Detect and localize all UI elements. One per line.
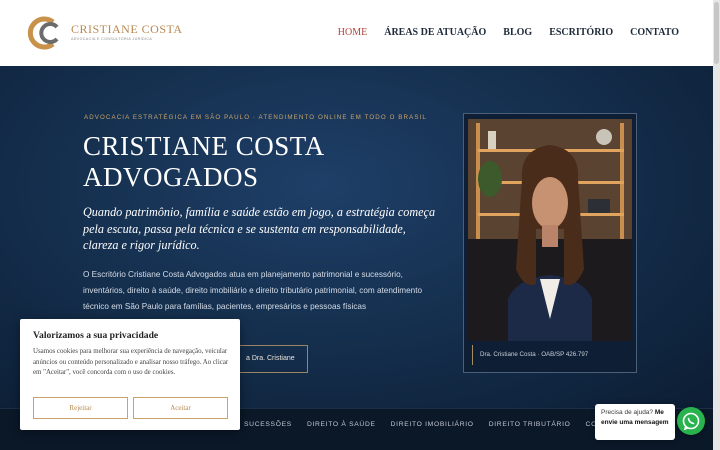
scrollbar[interactable]: [713, 0, 720, 450]
hero-title: CRISTIANE COSTA ADVOGADOS: [83, 131, 325, 193]
band-link-tributario[interactable]: DIREITO TRIBUTÁRIO: [489, 421, 571, 428]
main-nav: HOME ÁREAS DE ATUAÇÃO BLOG ESCRITÓRIO CO…: [338, 27, 679, 38]
cookie-consent-dialog: Valorizamos a sua privacidade Usamos coo…: [20, 319, 240, 430]
whatsapp-prompt[interactable]: Precisa de ajuda? Me envie uma mensagem: [595, 404, 675, 440]
cookie-text: Usamos cookies para melhorar sua experiê…: [33, 348, 229, 377]
band-link-imobiliario[interactable]: DIREITO IMOBILIÁRIO: [391, 421, 474, 428]
lawyer-photo-card: Dra. Cristiane Costa · OAB/SP 426.797: [463, 113, 637, 373]
band-link-sucessoes[interactable]: SUCESSÕES: [244, 421, 292, 428]
nav-item-escritorio[interactable]: ESCRITÓRIO: [549, 27, 613, 38]
nav-item-blog[interactable]: BLOG: [503, 27, 532, 38]
practice-areas-links: SUCESSÕES DIREITO À SAÚDE DIREITO IMOBIL…: [244, 421, 622, 428]
nav-item-home[interactable]: HOME: [338, 27, 367, 38]
nav-item-areas[interactable]: ÁREAS DE ATUAÇÃO: [384, 27, 486, 38]
photo-caption: Dra. Cristiane Costa · OAB/SP 426.797: [472, 345, 588, 365]
hero-title-line2: ADVOGADOS: [83, 162, 259, 192]
whatsapp-prompt-text: Precisa de ajuda?: [601, 409, 654, 416]
hero-body: O Escritório Cristiane Costa Advogados a…: [83, 270, 423, 311]
nav-item-contato[interactable]: CONTATO: [630, 27, 679, 38]
hero-lead: Quando patrimônio, família e saúde estão…: [83, 205, 436, 252]
hero-eyebrow: ADVOCACIA ESTRATÉGICA EM SÃO PAULO · ATE…: [84, 114, 427, 121]
accept-cookies-button[interactable]: Aceitar: [133, 397, 228, 419]
brand-name[interactable]: CRISTIANE COSTA: [71, 22, 183, 37]
site-header: CRISTIANE COSTA ADVOCACIA E CONSULTORIA …: [0, 0, 713, 66]
scrollbar-thumb[interactable]: [714, 2, 719, 64]
band-link-saude[interactable]: DIREITO À SAÚDE: [307, 421, 376, 428]
meet-lawyer-button[interactable]: a Dra. Cristiane: [237, 345, 308, 373]
hero-title-line1: CRISTIANE COSTA: [83, 131, 325, 161]
reject-cookies-button[interactable]: Rejeitar: [33, 397, 128, 419]
whatsapp-button[interactable]: [677, 407, 705, 435]
logo-icon[interactable]: [26, 15, 64, 51]
lawyer-photo: [468, 119, 632, 341]
whatsapp-icon: [682, 412, 700, 431]
cookie-title: Valorizamos a sua privacidade: [33, 330, 159, 341]
brand-tagline: ADVOCACIA E CONSULTORIA JURÍDICA: [71, 37, 153, 41]
